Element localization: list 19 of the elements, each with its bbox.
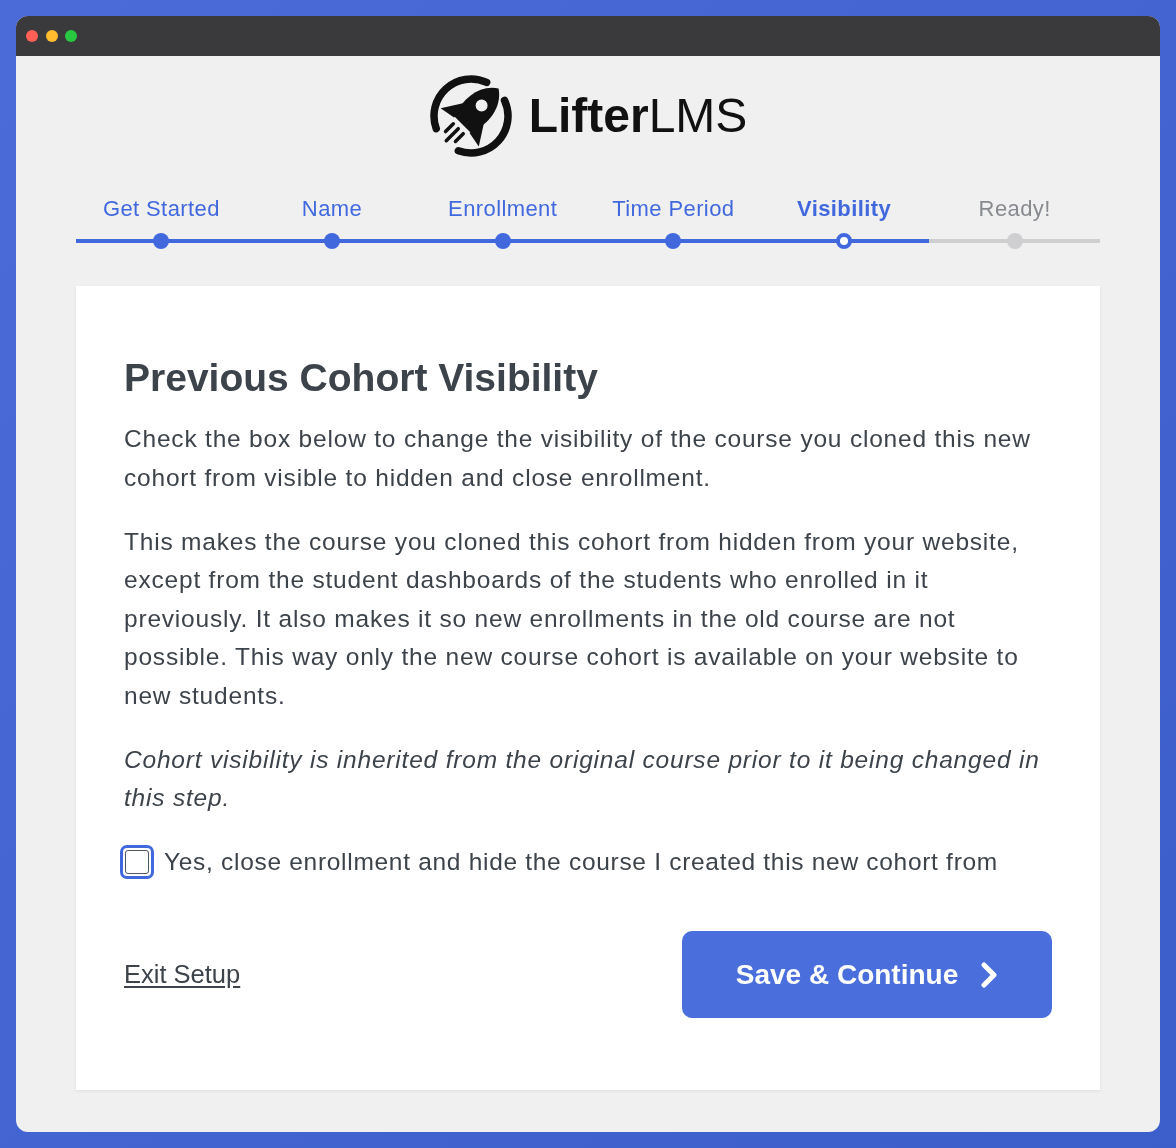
step-label: Get Started xyxy=(102,195,220,223)
logo-text: LifterLMS xyxy=(528,90,748,142)
close-icon[interactable] xyxy=(26,30,38,42)
body-paragraph: This makes the course you cloned this cohort from hidden from your website, except from the student dashboards of the students who enrolled in it previously. It also makes it so new enrollments in the old course are not possible. This way only the new course cohort is available on your website to new students. xyxy=(124,526,1020,711)
step-label: Enrollment xyxy=(448,195,558,223)
body-paragraph: Check the box below to change the visibility of the course you cloned this new cohort from visible to hidden and close enrollment. xyxy=(124,424,1032,493)
rocket-icon xyxy=(428,74,513,158)
maximize-icon[interactable] xyxy=(65,30,77,42)
minimize-icon[interactable] xyxy=(45,30,58,42)
checkbox-label: Yes, close enrollment and hide the course I created this new cohort from xyxy=(164,847,998,877)
note-paragraph: Cohort visibility is inherited from the original course prior to it being changed in this step. xyxy=(124,744,1041,813)
step-label: Ready! xyxy=(978,195,1051,223)
card-title: Previous Cohort Visibility xyxy=(124,355,599,401)
exit-setup-link[interactable]: Exit Setup xyxy=(124,960,241,989)
step-label: Name xyxy=(301,195,363,223)
step-label: Visibility xyxy=(796,195,892,223)
save-continue-button[interactable]: Save & Continue xyxy=(682,931,1052,1018)
step-label: Time Period xyxy=(612,195,735,223)
chevron-right-icon xyxy=(980,961,999,988)
